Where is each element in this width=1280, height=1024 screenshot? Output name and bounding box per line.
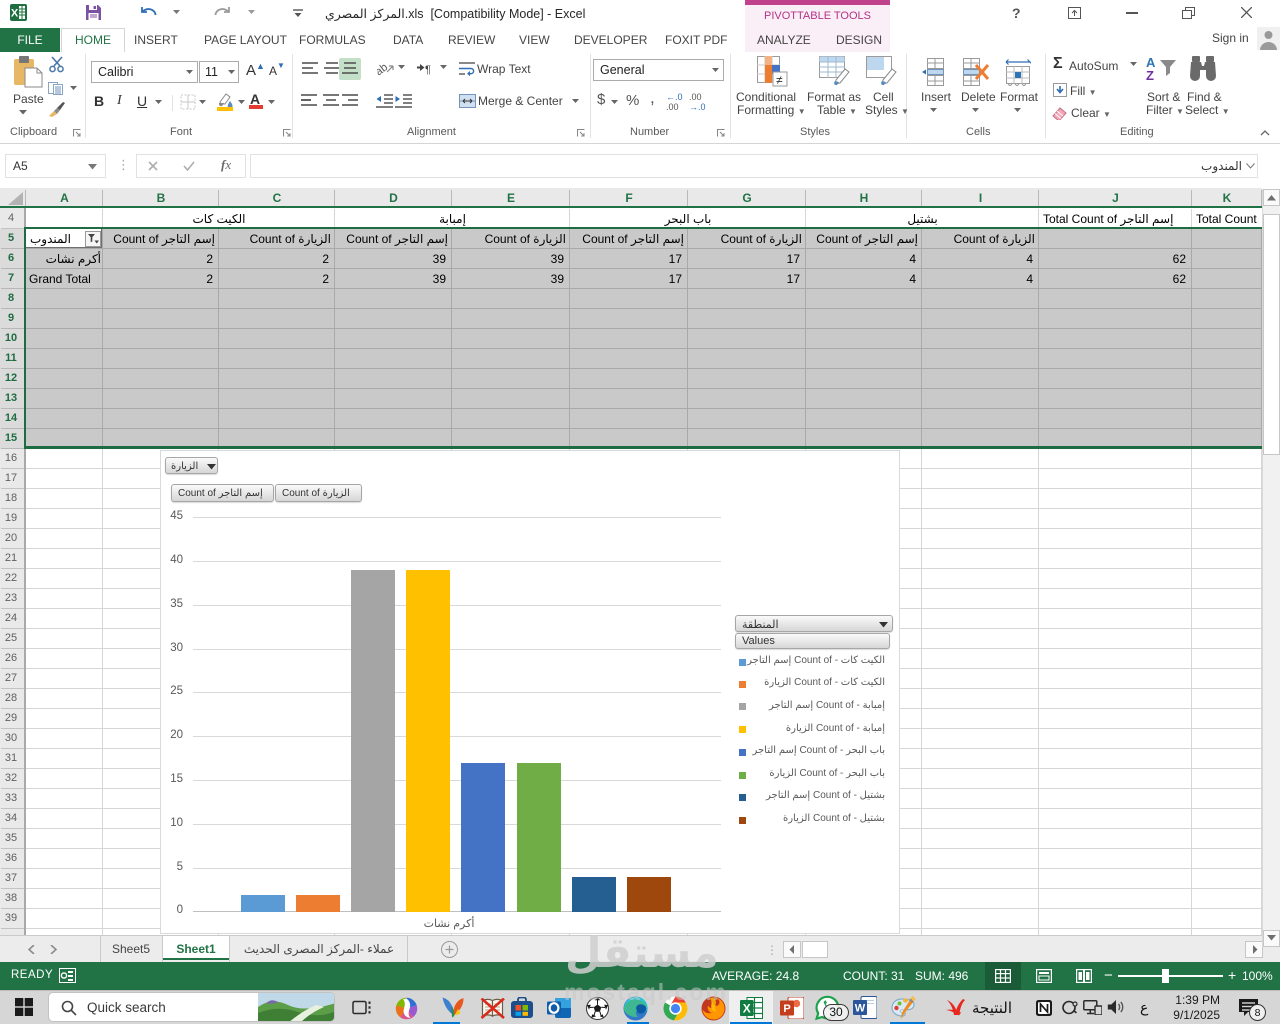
svg-text:ab: ab: [377, 61, 390, 77]
svg-text:¶: ¶: [425, 64, 431, 75]
svg-text:P: P: [783, 1003, 790, 1015]
svg-text:X: X: [743, 1002, 751, 1016]
svg-text:W: W: [855, 1003, 866, 1015]
svg-text:X: X: [11, 8, 19, 20]
svg-text:≠: ≠: [776, 73, 783, 87]
